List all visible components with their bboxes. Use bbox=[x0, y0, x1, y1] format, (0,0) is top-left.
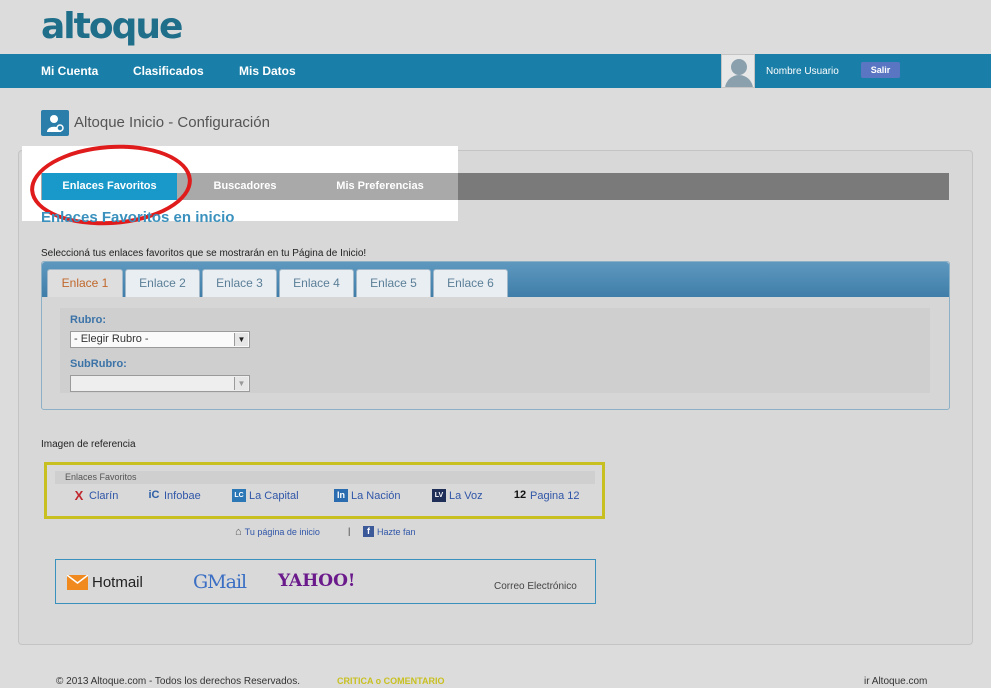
footer-copyright: © 2013 Altoque.com - Todos los derechos … bbox=[56, 676, 300, 687]
section-title: Enlaces Favoritos en inicio bbox=[41, 209, 235, 226]
logout-button[interactable]: Salir bbox=[861, 62, 900, 78]
fav-link-clarin[interactable]: X Clarín bbox=[72, 488, 119, 503]
tab-enlace-5[interactable]: Enlace 5 bbox=[356, 269, 431, 297]
tab-enlace-4[interactable]: Enlace 4 bbox=[279, 269, 354, 297]
reference-label: Imagen de referencia bbox=[41, 439, 136, 450]
yahoo-logo: YAHOO! bbox=[278, 571, 356, 591]
tab-enlace-3[interactable]: Enlace 3 bbox=[202, 269, 277, 297]
user-name: Nombre Usuario bbox=[766, 66, 839, 77]
la-capital-icon: LC bbox=[232, 489, 246, 502]
nav-mis-datos[interactable]: Mis Datos bbox=[239, 54, 296, 88]
facebook-fan-link[interactable]: f Hazte fan bbox=[363, 526, 416, 537]
subrubro-select[interactable]: ▼ bbox=[70, 375, 250, 392]
rubro-select[interactable]: - Elegir Rubro - ▼ bbox=[70, 331, 250, 348]
fav-link-la-voz[interactable]: LV La Voz bbox=[432, 489, 483, 502]
user-settings-icon bbox=[41, 110, 69, 136]
fav-link-la-capital[interactable]: LC La Capital bbox=[232, 489, 299, 502]
facebook-icon: f bbox=[363, 526, 374, 537]
nav-clasificados[interactable]: Clasificados bbox=[133, 54, 204, 88]
chevron-down-icon: ▼ bbox=[234, 377, 248, 390]
tab-enlace-6[interactable]: Enlace 6 bbox=[433, 269, 508, 297]
footer-critica-link[interactable]: CRITICA o COMENTARIO bbox=[337, 676, 445, 686]
clarin-icon: X bbox=[74, 488, 84, 503]
email-caption: Correo Electrónico bbox=[494, 581, 577, 592]
la-voz-icon: LV bbox=[432, 489, 446, 502]
home-icon: ⌂ bbox=[235, 526, 242, 538]
tab-mis-preferencias[interactable]: Mis Preferencias bbox=[310, 173, 450, 200]
top-nav-bar: Mi Cuenta Clasificados Mis Datos bbox=[0, 54, 991, 88]
footer-ir-altoque-link[interactable]: ir Altoque.com bbox=[864, 676, 927, 687]
tab-enlace-2[interactable]: Enlace 2 bbox=[125, 269, 200, 297]
user-avatar-icon[interactable] bbox=[721, 54, 755, 88]
fav-link-infobae[interactable]: iC Infobae bbox=[147, 489, 201, 502]
subrubro-label: SubRubro: bbox=[70, 358, 127, 370]
gmail-logo: GMail bbox=[193, 571, 247, 593]
hotmail-link[interactable]: Hotmail bbox=[67, 574, 143, 591]
fav-link-la-nacion[interactable]: ln La Nación bbox=[334, 489, 401, 502]
instructions-text: Seleccioná tus enlaces favoritos que se … bbox=[41, 248, 367, 259]
hotmail-envelope-icon bbox=[67, 575, 88, 590]
altoque-logo[interactable]: altoque bbox=[41, 6, 183, 47]
la-nacion-icon: ln bbox=[334, 489, 348, 502]
chevron-down-icon: ▼ bbox=[234, 333, 248, 346]
infobae-icon: iC bbox=[148, 489, 160, 501]
pagina-12-icon: 12 bbox=[513, 489, 527, 501]
fav-link-pagina-12[interactable]: 12 Pagina 12 bbox=[513, 489, 580, 502]
tab-enlace-1[interactable]: Enlace 1 bbox=[47, 269, 123, 297]
rubro-label: Rubro: bbox=[70, 314, 107, 326]
reference-header-text: Enlaces Favoritos bbox=[65, 472, 137, 482]
rubro-select-value: - Elegir Rubro - bbox=[74, 333, 149, 345]
gmail-link[interactable]: GMail bbox=[193, 571, 247, 593]
link-separator: | bbox=[348, 526, 351, 536]
home-page-link[interactable]: ⌂ Tu página de inicio bbox=[235, 526, 320, 538]
nav-mi-cuenta[interactable]: Mi Cuenta bbox=[41, 54, 98, 88]
yahoo-link[interactable]: YAHOO! bbox=[278, 571, 355, 591]
tab-buscadores[interactable]: Buscadores bbox=[180, 173, 310, 200]
page-title: Altoque Inicio - Configuración bbox=[74, 114, 270, 131]
